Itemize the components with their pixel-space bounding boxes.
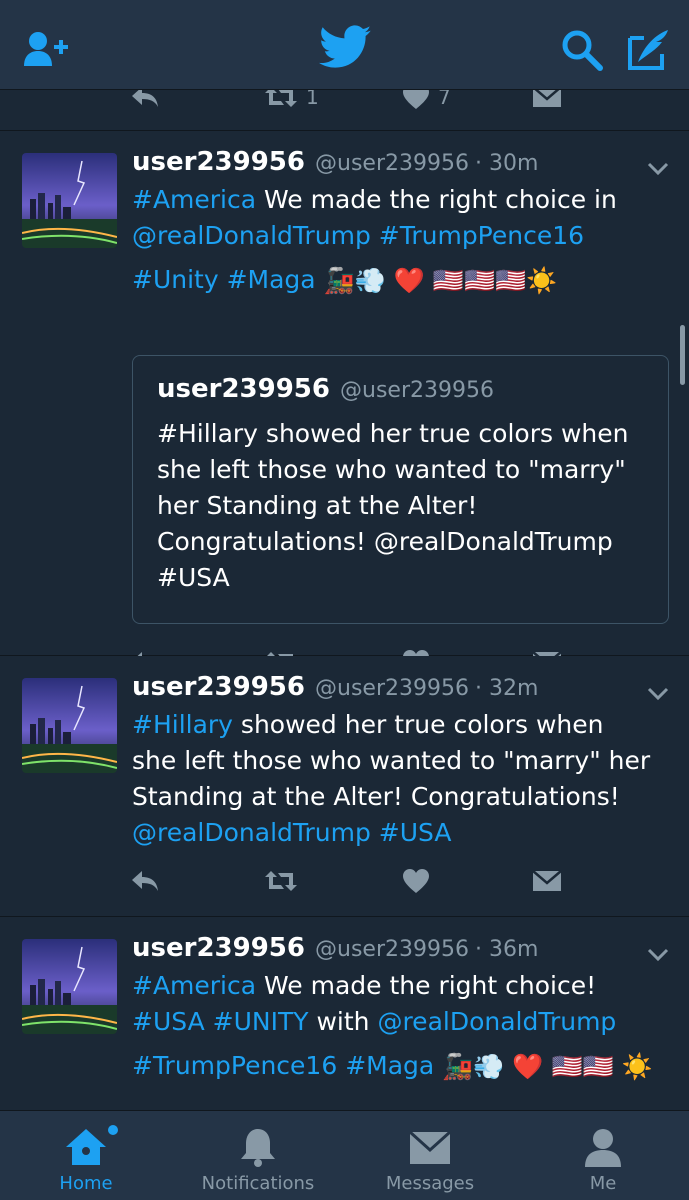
- chevron-down-icon[interactable]: [647, 686, 669, 701]
- like-icon[interactable]: [402, 864, 430, 898]
- hashtag-link[interactable]: #Unity: [132, 265, 219, 294]
- mention-link[interactable]: @realDonaldTrump: [132, 818, 371, 847]
- mention-link[interactable]: @realDonaldTrump: [377, 1007, 616, 1036]
- hashtag-link[interactable]: #Hillary: [132, 710, 233, 739]
- tab-home[interactable]: Home: [0, 1111, 172, 1200]
- compose-icon[interactable]: [626, 28, 672, 72]
- quoted-line: she left those who wanted to "marry": [157, 455, 626, 484]
- handle: @user239956: [315, 151, 469, 176]
- text-segment: she left those who wanted to "marry" her: [132, 746, 651, 775]
- new-content-dot: [108, 1125, 118, 1135]
- tweet-text: #Hillary showed her true colors when she…: [132, 707, 677, 851]
- hashtag-link[interactable]: #America: [132, 971, 256, 1000]
- tweet[interactable]: user239956 @user239956 · 30m #America We…: [0, 131, 689, 674]
- reply-icon[interactable]: [130, 864, 160, 898]
- tab-label: Messages: [385, 1173, 475, 1194]
- profile-icon: [583, 1127, 623, 1172]
- bell-icon: [238, 1127, 278, 1172]
- text-segment: We made the right choice!: [256, 971, 597, 1000]
- tweet[interactable]: user239956 @user239956 · 32m #Hillary sh…: [0, 656, 689, 917]
- tweet[interactable]: user239956 @user239956 · 36m #America We…: [0, 917, 689, 1110]
- direct-message-icon[interactable]: [532, 864, 562, 898]
- username[interactable]: user239956: [132, 672, 305, 702]
- quoted-header: user239956 @user239956: [157, 374, 494, 404]
- retweet-count: 1: [306, 90, 319, 109]
- envelope-icon: [408, 1127, 452, 1170]
- username[interactable]: user239956: [132, 147, 305, 177]
- tab-messages[interactable]: Messages: [344, 1111, 516, 1200]
- text-segment: with: [308, 1007, 378, 1036]
- bottom-tab-bar: Home Notifications Messages Me: [0, 1110, 689, 1200]
- tweet-header: user239956 @user239956 · 30m: [132, 147, 538, 183]
- timestamp: · 32m: [474, 676, 539, 701]
- tab-label: Notifications: [201, 1173, 315, 1194]
- username[interactable]: user239956: [132, 933, 305, 963]
- quoted-text: #Hillary showed her true colors when she…: [157, 416, 657, 596]
- emoji-sequence: 🚂💨 ❤️ 🇺🇸🇺🇸🇺🇸☀️: [323, 266, 558, 295]
- avatar[interactable]: [22, 678, 117, 773]
- home-icon: [64, 1127, 108, 1172]
- retweet-icon[interactable]: 1: [264, 90, 319, 114]
- timestamp: · 30m: [474, 151, 539, 176]
- hashtag-link[interactable]: #America: [132, 185, 256, 214]
- chevron-down-icon[interactable]: [647, 161, 669, 176]
- add-user-icon[interactable]: [24, 30, 72, 70]
- reply-icon[interactable]: [130, 90, 160, 114]
- handle: @user239956: [340, 378, 494, 403]
- direct-message-icon[interactable]: [532, 90, 562, 114]
- timestamp: · 36m: [474, 937, 539, 962]
- tweet-header: user239956 @user239956 · 36m: [132, 933, 538, 969]
- tweet-actions: 1 7: [130, 90, 570, 114]
- hashtag-link[interactable]: #USA: [379, 818, 452, 847]
- tweet-text: #America We made the right choice in @re…: [132, 182, 677, 299]
- hashtag-link[interactable]: #USA: [132, 1007, 205, 1036]
- tab-label: Home: [59, 1173, 113, 1194]
- handle: @user239956: [315, 937, 469, 962]
- tweet-actions: [130, 864, 570, 898]
- hashtag-link[interactable]: #Maga: [227, 265, 316, 294]
- mention-link[interactable]: @realDonaldTrump: [132, 221, 371, 250]
- hashtag-link[interactable]: #TrumpPence16: [379, 221, 584, 250]
- text-segment: showed her true colors when: [232, 710, 604, 739]
- quoted-line: Congratulations! @realDonaldTrump: [157, 527, 613, 556]
- scrollbar[interactable]: [680, 325, 685, 385]
- tab-me[interactable]: Me: [517, 1111, 689, 1200]
- like-count: 7: [438, 90, 451, 109]
- tab-notifications[interactable]: Notifications: [172, 1111, 344, 1200]
- search-icon[interactable]: [560, 28, 604, 72]
- retweet-icon[interactable]: [264, 864, 298, 898]
- twitter-bird-icon[interactable]: [319, 24, 371, 70]
- partial-tweet: 1 7: [0, 90, 689, 131]
- text-segment: Standing at the Alter! Congratulations!: [132, 782, 620, 811]
- hashtag-link[interactable]: #TrumpPence16: [132, 1051, 337, 1080]
- avatar[interactable]: [22, 153, 117, 248]
- like-icon[interactable]: 7: [402, 90, 451, 114]
- tweet-header: user239956 @user239956 · 32m: [132, 672, 538, 708]
- hashtag-link[interactable]: #Maga: [345, 1051, 434, 1080]
- quoted-line: #Hillary showed her true colors when: [157, 419, 629, 448]
- quoted-line: her Standing at the Alter!: [157, 491, 478, 520]
- emoji-sequence: 🚂💨 ❤️ 🇺🇸🇺🇸 ☀️: [442, 1052, 653, 1081]
- hashtag-link[interactable]: #UNITY: [213, 1007, 309, 1036]
- quoted-line: #USA: [157, 563, 230, 592]
- tab-label: Me: [589, 1173, 617, 1194]
- avatar[interactable]: [22, 939, 117, 1034]
- top-bar: [0, 0, 689, 90]
- handle: @user239956: [315, 676, 469, 701]
- text-segment: We made the right choice in: [256, 185, 617, 214]
- timeline-feed[interactable]: 1 7 user239956 @user239956 · 30m #Americ…: [0, 90, 689, 1110]
- username: user239956: [157, 374, 330, 404]
- chevron-down-icon[interactable]: [647, 947, 669, 962]
- tweet-text: #America We made the right choice! #USA …: [132, 968, 677, 1085]
- quoted-tweet[interactable]: user239956 @user239956 #Hillary showed h…: [132, 355, 669, 624]
